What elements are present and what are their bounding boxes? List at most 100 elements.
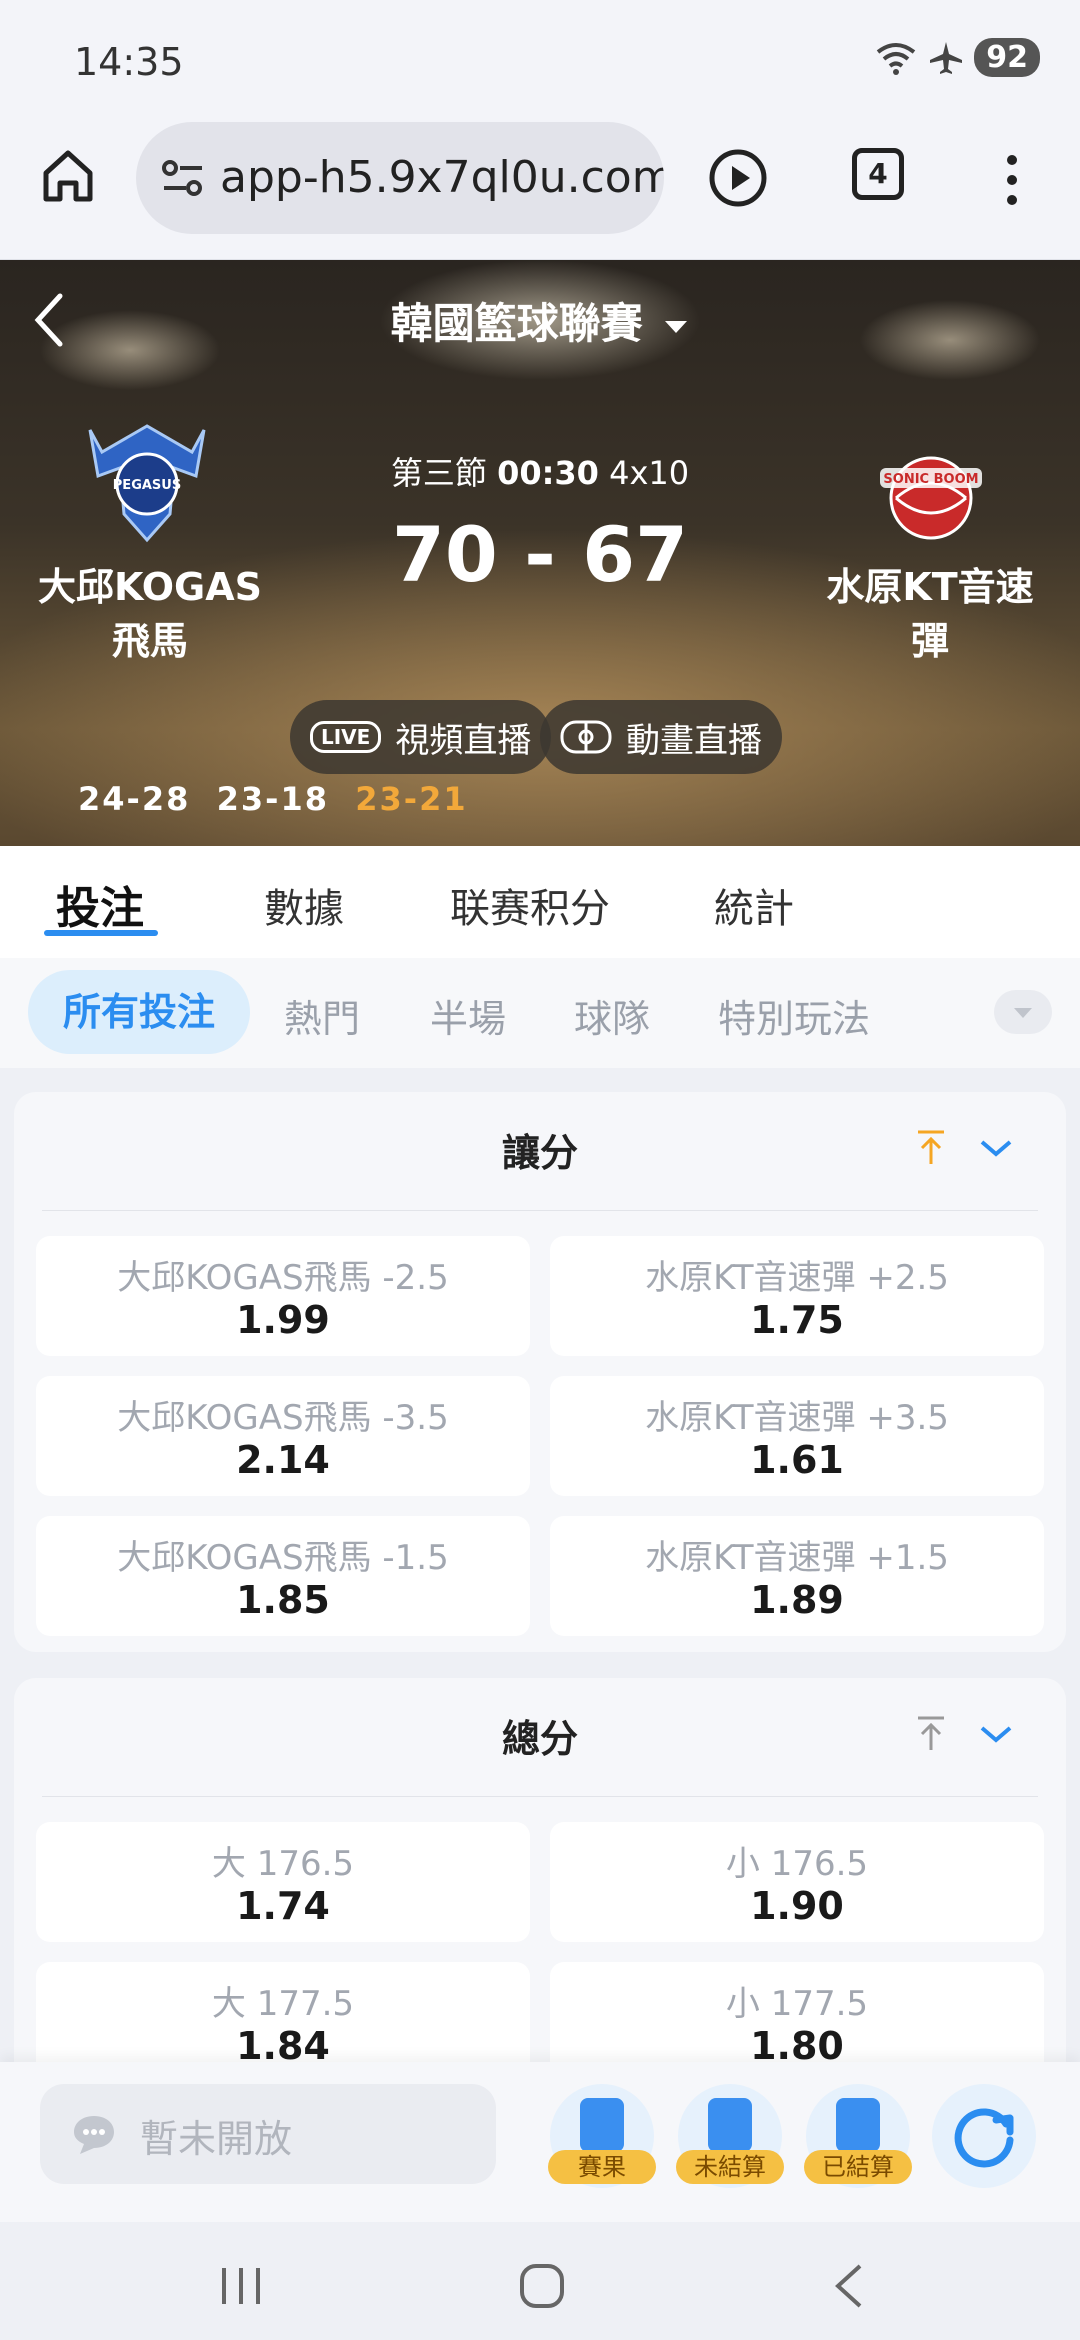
odds-label: 大邱KOGAS飛馬 -1.5: [117, 1538, 449, 1578]
odds-label: 水原KT音速彈 +1.5: [645, 1538, 949, 1578]
period-label: 第三節: [390, 454, 487, 492]
wifi-icon: [877, 42, 916, 75]
match-format: 4x10: [609, 454, 690, 492]
away-team-name-line2: 彈: [910, 619, 949, 663]
settled-label: 已結算: [804, 2150, 912, 2184]
home-nav-icon[interactable]: [518, 2262, 566, 2310]
match-header: 韓國籃球聯賽 PEGASUS 大邱KOGAS 飛馬 SONIC BOOM 水原K…: [0, 260, 1080, 846]
back-nav-icon[interactable]: [830, 2262, 866, 2310]
live-video-button[interactable]: LIVE 視頻直播: [290, 700, 552, 774]
market-title: 讓分: [501, 1131, 578, 1175]
quarter-scores: 24-28 23-18 23-21: [78, 780, 468, 818]
chat-bubble-icon: [74, 2116, 114, 2154]
filter-team[interactable]: 球隊: [574, 988, 650, 1043]
odds-value: 1.89: [750, 1578, 844, 1622]
league-selector[interactable]: 韓國籃球聯賽: [0, 290, 1080, 351]
status-icons: 92: [874, 38, 1040, 77]
document-icon: [836, 2098, 880, 2152]
odds-label: 水原KT音速彈 +3.5: [645, 1398, 949, 1438]
pin-top-icon[interactable]: [914, 1714, 948, 1754]
pin-top-icon[interactable]: [914, 1128, 948, 1168]
tab-statistics[interactable]: 統計: [714, 876, 794, 934]
odds-button[interactable]: 小 176.5 1.90: [550, 1822, 1044, 1942]
browser-toolbar: app-h5.9x7ql0u.com 4: [0, 110, 1080, 260]
quarter-score-1: 24-28: [78, 780, 191, 818]
caret-down-icon: [665, 320, 688, 333]
bet-filter-bar: 所有投注 熱門 半場 球隊 特別玩法: [0, 958, 1080, 1068]
filter-expand-button[interactable]: [994, 990, 1052, 1034]
odds-value: 1.74: [236, 1884, 330, 1928]
more-menu-icon[interactable]: [1000, 150, 1024, 210]
odds-button[interactable]: 水原KT音速彈 +1.5 1.89: [550, 1516, 1044, 1636]
odds-button[interactable]: 大邱KOGAS飛馬 -1.5 1.85: [36, 1516, 530, 1636]
odds-label: 大邱KOGAS飛馬 -2.5: [117, 1258, 449, 1298]
results-label: 賽果: [548, 2150, 656, 2184]
market-card-handicap: 讓分 大邱KOGAS飛馬 -2.5 1.99 水原KT音速彈 +2.5 1.75 大…: [14, 1092, 1066, 1652]
odds-value: 1.90: [750, 1884, 844, 1928]
odds-value: 2.14: [236, 1438, 330, 1482]
odds-button[interactable]: 大 176.5 1.74: [36, 1822, 530, 1942]
tab-standings[interactable]: 联赛积分: [450, 876, 610, 934]
play-icon[interactable]: [708, 148, 768, 208]
refresh-icon: [954, 2108, 1014, 2168]
battery-indicator: 92: [974, 38, 1040, 77]
odds-value: 1.61: [750, 1438, 844, 1482]
status-bar: 14:35 92: [0, 0, 1080, 110]
match-score: 70 - 67: [392, 510, 688, 599]
odds-value: 1.75: [750, 1298, 844, 1342]
odds-button[interactable]: 水原KT音速彈 +3.5 1.61: [550, 1376, 1044, 1496]
divider: [42, 1210, 1038, 1211]
status-time: 14:35: [74, 40, 184, 84]
filter-all-bets[interactable]: 所有投注: [28, 970, 250, 1054]
results-button[interactable]: 賽果: [548, 2084, 656, 2188]
home-team-name-line2: 飛馬: [111, 619, 188, 663]
live-badge-icon: LIVE: [310, 721, 382, 753]
odds-button[interactable]: 水原KT音速彈 +2.5 1.75: [550, 1236, 1044, 1356]
refresh-button[interactable]: [932, 2084, 1036, 2188]
tab-data[interactable]: 數據: [264, 876, 344, 934]
filter-special[interactable]: 特別玩法: [718, 988, 870, 1043]
chevron-down-icon: [1014, 1008, 1032, 1018]
settled-button[interactable]: 已結算: [804, 2084, 912, 2188]
chevron-down-icon[interactable]: [978, 1136, 1014, 1160]
document-icon: [708, 2098, 752, 2152]
odds-value: 1.99: [236, 1298, 330, 1342]
unsettled-button[interactable]: 未結算: [676, 2084, 784, 2188]
match-period: 第三節 00:30 4x10: [0, 448, 1080, 494]
quarter-score-2: 23-18: [216, 780, 329, 818]
animation-label: 動畫直播: [626, 720, 762, 761]
odds-label: 小 177.5: [725, 1984, 869, 2024]
url-bar[interactable]: app-h5.9x7ql0u.com: [136, 122, 664, 234]
odds-button[interactable]: 大邱KOGAS飛馬 -3.5 2.14: [36, 1376, 530, 1496]
recent-apps-icon[interactable]: [216, 2266, 266, 2306]
chevron-down-icon[interactable]: [978, 1722, 1014, 1746]
market-title: 總分: [501, 1717, 578, 1761]
chat-placeholder: 暫未開放: [140, 2117, 293, 2161]
odds-label: 大邱KOGAS飛馬 -3.5: [117, 1398, 449, 1438]
animation-button[interactable]: 動畫直播: [540, 700, 782, 774]
system-nav-bar: [0, 2222, 1080, 2340]
filter-popular[interactable]: 熱門: [284, 988, 360, 1043]
tab-bets[interactable]: 投注: [56, 872, 144, 936]
unsettled-label: 未結算: [676, 2150, 784, 2184]
active-tab-indicator: [44, 930, 158, 936]
home-icon[interactable]: [38, 145, 98, 205]
league-title: 韓國籃球聯賽: [390, 299, 643, 348]
game-clock: 00:30: [497, 454, 599, 492]
tab-switcher-button[interactable]: 4: [852, 148, 904, 200]
chat-input[interactable]: 暫未開放: [40, 2084, 496, 2184]
site-settings-icon[interactable]: [158, 154, 208, 204]
odds-value: 1.85: [236, 1578, 330, 1622]
live-video-label: 視頻直播: [395, 720, 532, 761]
odds-label: 小 176.5: [725, 1844, 869, 1884]
odds-button[interactable]: 大邱KOGAS飛馬 -2.5 1.99: [36, 1236, 530, 1356]
url-text[interactable]: app-h5.9x7ql0u.com: [220, 152, 664, 203]
filter-half[interactable]: 半場: [430, 988, 506, 1043]
market-card-total: 總分 大 176.5 1.74 小 176.5 1.90 大 177.5 1.84 小…: [14, 1678, 1066, 2098]
main-tabs: 投注 數據 联赛积分 統計: [0, 846, 1080, 958]
odds-label: 大 176.5: [211, 1844, 355, 1884]
court-icon: [560, 720, 612, 754]
quarter-score-3: 23-21: [355, 780, 468, 818]
odds-label: 大 177.5: [211, 1984, 355, 2024]
divider: [42, 1796, 1038, 1797]
